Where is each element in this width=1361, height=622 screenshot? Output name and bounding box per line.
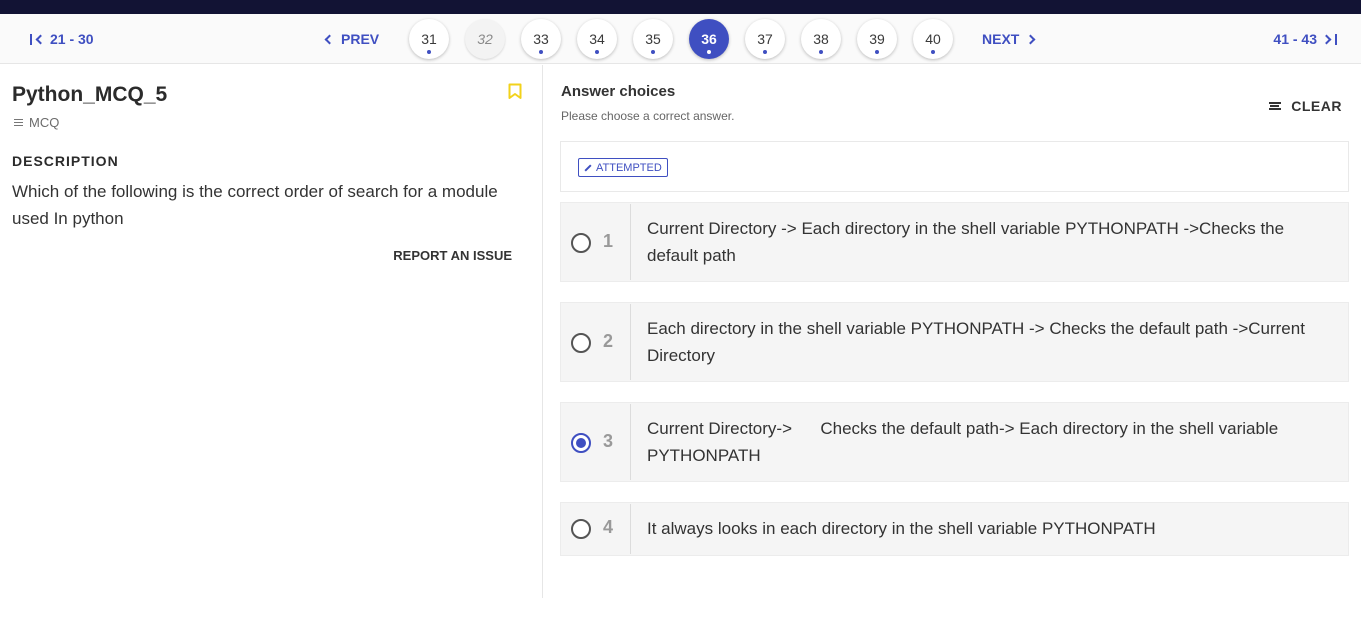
page-button[interactable]: 39 (857, 19, 897, 59)
page-button[interactable]: 37 (745, 19, 785, 59)
list-icon (14, 119, 23, 126)
page-button[interactable]: 35 (633, 19, 673, 59)
attempted-dot (931, 50, 935, 54)
page-button[interactable]: 33 (521, 19, 561, 59)
first-page-icon (30, 33, 32, 45)
pencil-icon (584, 163, 592, 172)
page-button-active[interactable]: 36 (689, 19, 729, 59)
attempted-dot (651, 50, 655, 54)
clear-button[interactable]: CLEAR (1269, 98, 1342, 114)
report-issue-button[interactable]: REPORT AN ISSUE (393, 248, 512, 263)
chevron-left-icon (324, 34, 335, 44)
choice-text: Current Directory -> Each directory in t… (647, 219, 1289, 265)
radio-button[interactable] (571, 519, 591, 539)
clear-label: CLEAR (1291, 98, 1342, 114)
choice-text: Each directory in the shell variable PYT… (647, 319, 1310, 365)
choice-number: 2 (603, 331, 614, 351)
question-type: MCQ (14, 115, 59, 130)
choice-number: 3 (603, 431, 614, 451)
bookmark-icon[interactable] (508, 83, 522, 100)
top-strip (0, 0, 1361, 14)
question-panel: Python_MCQ_5 MCQ DESCRIPTION Which of th… (0, 65, 543, 598)
attempted-dot (539, 50, 543, 54)
chevron-right-icon (1025, 34, 1036, 44)
answer-choices-heading: Answer choices (561, 83, 676, 100)
page-button[interactable]: 38 (801, 19, 841, 59)
attempted-dot (819, 50, 823, 54)
attempted-dot (427, 50, 431, 54)
choice-text: It always looks in each directory in the… (647, 519, 1156, 538)
description-text: Which of the following is the correct or… (12, 182, 498, 228)
previous-range-button[interactable]: 21 - 30 (30, 31, 94, 47)
prev-label: PREV (341, 31, 380, 47)
radio-button[interactable] (571, 333, 591, 353)
next-label: NEXT (982, 31, 1020, 47)
answer-choice-2[interactable]: 2 Each directory in the shell variable P… (560, 302, 1349, 382)
page-button[interactable]: 32 (465, 19, 505, 59)
attempted-dot (763, 50, 767, 54)
next-button[interactable]: NEXT (982, 31, 1036, 47)
attempted-dot (595, 50, 599, 54)
previous-range-label: 21 - 30 (50, 31, 94, 47)
answer-panel: Answer choices Please choose a correct a… (544, 65, 1361, 598)
choice-number: 4 (603, 517, 614, 537)
question-title: Python_MCQ_5 (12, 83, 168, 106)
question-navigator: 21 - 30 PREV 31 32 33 34 35 36 37 38 39 … (0, 14, 1361, 64)
clear-icon (1269, 102, 1282, 110)
prev-button[interactable]: PREV (324, 31, 380, 47)
choice-text: Current Directory-> Checks the default p… (647, 419, 1283, 465)
answer-choice-1[interactable]: 1 Current Directory -> Each directory in… (560, 202, 1349, 282)
question-type-label: MCQ (29, 115, 60, 130)
radio-button-selected[interactable] (571, 433, 591, 453)
answer-choice-3[interactable]: 3 Current Directory-> Checks the default… (560, 402, 1349, 482)
choice-number: 1 (603, 231, 614, 251)
next-range-button[interactable]: 41 - 43 (1273, 31, 1337, 47)
answer-choice-4[interactable]: 4 It always looks in each directory in t… (560, 502, 1349, 556)
attempted-dot (707, 50, 711, 54)
status-box: ATTEMPTED (560, 141, 1349, 192)
attempted-dot (875, 50, 879, 54)
page-button[interactable]: 34 (577, 19, 617, 59)
page-button[interactable]: 40 (913, 19, 953, 59)
attempted-label: ATTEMPTED (596, 161, 662, 174)
next-range-label: 41 - 43 (1273, 31, 1317, 47)
page-button[interactable]: 31 (409, 19, 449, 59)
description-heading: DESCRIPTION (12, 153, 119, 169)
answer-choices-subheading: Please choose a correct answer. (561, 109, 735, 123)
attempted-badge: ATTEMPTED (578, 158, 668, 177)
last-page-icon (1321, 34, 1332, 44)
page-list: 31 32 33 34 35 36 37 38 39 40 (409, 19, 953, 59)
radio-button[interactable] (571, 233, 591, 253)
